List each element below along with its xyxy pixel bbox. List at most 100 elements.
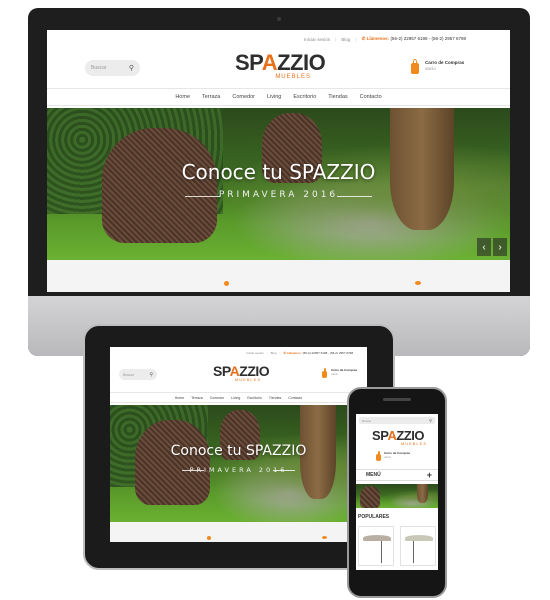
hero-title-text: Conoce tu (170, 443, 246, 459)
logo-text-left: SP (235, 50, 262, 75)
spazzio-logo[interactable]: SPAZZIO MUEBLES (366, 429, 430, 446)
blog-link[interactable]: Blog (271, 351, 277, 355)
login-link[interactable]: Iniciar sesión (246, 351, 264, 355)
umbrella-pole (413, 541, 414, 563)
nav-item-escritorio[interactable]: Escritorio (247, 396, 262, 400)
product-card[interactable] (358, 526, 394, 566)
cart-status: vacío (425, 65, 436, 71)
search-icon[interactable]: ⚲ (429, 418, 432, 423)
umbrella-pole (381, 541, 382, 563)
hero-banner: Conoce tu SPAZZIO PRIMAVERA 2016 (110, 405, 367, 522)
logo-text-accent: A (261, 50, 278, 75)
main-nav: Home Terraza Comedor Living Escritorio T… (110, 392, 367, 403)
search-input[interactable]: Buscar ⚲ (85, 60, 140, 76)
feature-icon (224, 281, 229, 286)
feature-icon (207, 536, 211, 540)
phone-info: ✆ Llámenos: (56-2) 22957 6198 - (56-2) 2… (283, 351, 353, 355)
feature-icon (415, 281, 421, 285)
mobile-menu-bar[interactable]: MENÚ + (356, 469, 438, 481)
top-bar: Iniciar sesión | Blog | ✆ Llámenos: (56-… (110, 347, 367, 359)
logo-text-right: ZZIO (277, 50, 326, 75)
chevron-left-icon[interactable]: ‹ (477, 238, 491, 256)
search-input[interactable]: Buscar ⚲ (119, 369, 157, 380)
cart-title: Carro de Compras (425, 60, 465, 65)
hero-title: Conoce tu SPAZZIO (110, 443, 367, 459)
nav-item-tiendas[interactable]: Tiendas (328, 94, 347, 100)
logo-text-left: SP (213, 363, 230, 379)
hero-divider-right (273, 470, 295, 471)
chevron-right-icon[interactable]: › (493, 238, 507, 256)
separator: | (279, 351, 281, 355)
menu-label: MENÚ (366, 472, 381, 478)
search-input[interactable]: Buscar ⚲ (359, 417, 435, 424)
nav-item-living[interactable]: Living (267, 94, 281, 100)
wicker-chair-image (360, 486, 380, 508)
wicker-chair-image (102, 128, 217, 243)
phone-icon: ✆ (361, 36, 366, 41)
phone-numbers: (56-2) 22957 6198 - (56-2) 2957 6798 (390, 36, 466, 41)
phone-speaker (383, 398, 411, 401)
nav-item-home[interactable]: Home (175, 94, 190, 100)
features-strip (47, 260, 510, 292)
cart-status: vacío (331, 371, 339, 376)
blog-link[interactable]: Blog (341, 37, 350, 42)
imac-camera (277, 17, 281, 21)
umbrella-image (363, 535, 391, 541)
nav-item-escritorio[interactable]: Escritorio (293, 94, 316, 100)
nav-item-terraza[interactable]: Terraza (191, 396, 203, 400)
hero-title-text: Conoce tu (181, 160, 290, 184)
separator: | (266, 351, 268, 355)
nav-item-terraza[interactable]: Terraza (202, 94, 220, 100)
features-strip (110, 522, 367, 542)
populares-heading: POPULARES (358, 514, 390, 520)
product-card[interactable] (400, 526, 436, 566)
phone-info: ✆ Llámenos: (56-2) 22957 6198 - (56-2) 2… (362, 36, 466, 42)
shopping-bag-icon (376, 451, 381, 461)
separator: | (355, 36, 357, 42)
imac-website: Iniciar sesión | Blog | ✆ Llámenos: (56-… (47, 30, 510, 292)
nav-item-tiendas[interactable]: Tiendas (269, 396, 281, 400)
search-placeholder: Buscar (123, 372, 134, 377)
shopping-bag-icon (411, 58, 419, 74)
phone-website: Buscar ⚲ SPAZZIO MUEBLES Carro de Compra… (356, 414, 438, 570)
nav-item-comedor[interactable]: Comedor (210, 396, 224, 400)
cart-status: vacío (384, 454, 392, 459)
call-label: Llámenos: (286, 351, 302, 355)
nav-item-comedor[interactable]: Comedor (232, 94, 255, 100)
hero-divider-right (337, 196, 372, 197)
search-icon[interactable]: ⚲ (129, 64, 134, 72)
hero-title-brand: SPAZZIO (246, 443, 307, 459)
hero-title-brand: SPAZZIO (289, 160, 376, 184)
plus-icon[interactable]: + (427, 470, 432, 480)
hero-banner: Conoce tu SPAZZIO PRIMAVERA 2016 ‹ › (47, 108, 510, 260)
hero-title: Conoce tu SPAZZIO (47, 160, 510, 184)
login-link[interactable]: Iniciar sesión (304, 37, 330, 42)
separator: | (335, 36, 337, 42)
nav-item-living[interactable]: Living (231, 396, 240, 400)
search-icon[interactable]: ⚲ (149, 372, 153, 378)
phone-numbers: (56-2) 22957 6198 - (56-2) 2957 6798 (302, 351, 353, 355)
nav-item-contacto[interactable]: Contacto (288, 396, 302, 400)
shopping-cart[interactable]: Carro de Compras vacío (376, 451, 410, 461)
search-placeholder: Buscar (362, 418, 372, 423)
hero-banner (356, 484, 438, 508)
spazzio-logo[interactable]: SPAZZIO MUEBLES (213, 363, 270, 382)
main-nav: Home Terraza Comedor Living Escritorio T… (47, 88, 510, 106)
shopping-bag-icon (322, 368, 327, 378)
search-placeholder: Buscar (91, 65, 107, 71)
shopping-cart[interactable]: Carro de Compras vacío (322, 368, 357, 378)
top-bar: Iniciar sesión | Blog | ✆ Llámenos: (56-… (47, 30, 510, 48)
umbrella-image (405, 535, 433, 541)
nav-item-home[interactable]: Home (175, 396, 184, 400)
phone-icon: ✆ (283, 351, 286, 355)
call-label: Llámenos: (366, 36, 390, 41)
nav-item-contacto[interactable]: Contacto (360, 94, 382, 100)
feature-icon (322, 536, 327, 539)
hero-subtitle: PRIMAVERA 2016 (218, 190, 339, 200)
hero-divider-left (182, 470, 204, 471)
hero-subtitle: PRIMAVERA 2016 (189, 466, 288, 474)
logo-text-left: SP (372, 428, 388, 443)
wicker-chair-image (135, 420, 210, 505)
spazzio-logo[interactable]: SPAZZIO MUEBLES (235, 50, 326, 81)
shopping-cart[interactable]: Carro de Compras vacío (411, 58, 465, 74)
